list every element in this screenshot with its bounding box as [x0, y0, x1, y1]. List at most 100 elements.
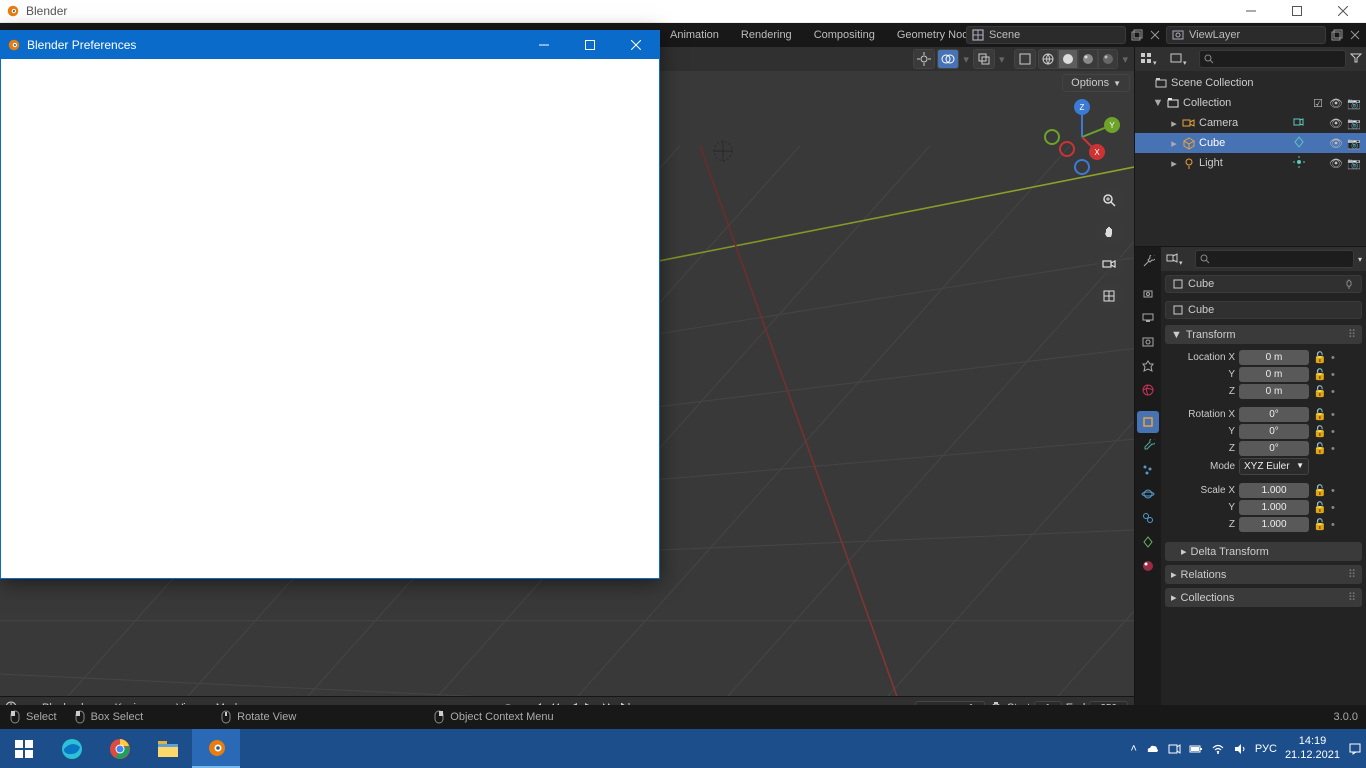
camera-icon[interactable]: 📷 — [1346, 117, 1362, 130]
tray-language[interactable]: РУС — [1255, 743, 1277, 755]
outliner-cube[interactable]: ▸ Cube 👁📷 — [1135, 133, 1366, 153]
camera-icon[interactable]: 📷 — [1346, 137, 1362, 150]
tab-geometry-nodes[interactable]: Geometry Nod — [887, 25, 979, 45]
tab-compositing[interactable]: Compositing — [804, 25, 885, 45]
show-gizmo-button[interactable] — [913, 49, 935, 69]
lock-icon[interactable]: 🔓 — [1313, 408, 1327, 421]
pan-tool[interactable] — [1096, 219, 1122, 245]
show-overlays-button[interactable] — [937, 49, 959, 69]
eye-icon[interactable]: 👁 — [1328, 137, 1344, 150]
properties-options-button[interactable]: ▾ — [1358, 253, 1362, 265]
lock-icon[interactable]: 🔓 — [1313, 385, 1327, 398]
tray-battery-icon[interactable] — [1189, 742, 1203, 756]
scale-z-field[interactable]: 1.000 — [1239, 517, 1309, 532]
outliner-filter-button[interactable] — [1350, 52, 1362, 67]
proptab-physics[interactable] — [1137, 483, 1159, 505]
outliner-scene-collection[interactable]: Scene Collection — [1135, 73, 1366, 93]
outliner-light[interactable]: ▸ Light 👁📷 — [1135, 153, 1366, 173]
eye-icon[interactable]: 👁 — [1328, 97, 1344, 110]
proptab-constraints[interactable] — [1137, 507, 1159, 529]
zoom-tool[interactable] — [1096, 187, 1122, 213]
eye-icon[interactable]: 👁 — [1328, 117, 1344, 130]
eye-icon[interactable]: 👁 — [1328, 157, 1344, 170]
proptab-scene[interactable] — [1137, 355, 1159, 377]
lock-icon[interactable]: 🔓 — [1313, 442, 1327, 455]
proptab-viewlayer[interactable] — [1137, 331, 1159, 353]
viewport-options-button[interactable]: Options▼ — [1062, 74, 1130, 92]
tray-clock[interactable]: 14:19 21.12.2021 — [1285, 735, 1340, 761]
location-z-field[interactable]: 0 m — [1239, 384, 1309, 399]
lock-icon[interactable]: 🔓 — [1313, 518, 1327, 531]
outliner-search[interactable] — [1199, 50, 1346, 68]
proptab-data[interactable] — [1137, 531, 1159, 553]
tray-volume-icon[interactable] — [1233, 742, 1247, 756]
lock-icon[interactable]: 🔓 — [1313, 484, 1327, 497]
preferences-titlebar[interactable]: Blender Preferences — [1, 31, 659, 59]
pin-icon[interactable] — [1343, 278, 1355, 290]
new-layer-icon[interactable] — [1330, 28, 1344, 42]
tray-chevron-icon[interactable]: ˄ — [1130, 743, 1136, 755]
taskbar-blender[interactable] — [192, 729, 240, 768]
scale-x-field[interactable]: 1.000 — [1239, 483, 1309, 498]
tray-meet-icon[interactable] — [1167, 742, 1181, 756]
tray-wifi-icon[interactable] — [1211, 742, 1225, 756]
toggle-quad-button[interactable] — [1014, 49, 1036, 69]
scale-y-field[interactable]: 1.000 — [1239, 500, 1309, 515]
outliner-camera[interactable]: ▸ Camera 👁📷 — [1135, 113, 1366, 133]
proptab-render[interactable] — [1137, 283, 1159, 305]
close-button[interactable] — [1320, 0, 1366, 22]
collections-panel-header[interactable]: ▸Collections⠿ — [1165, 588, 1362, 607]
rendered-shading-button[interactable] — [1098, 49, 1118, 69]
delta-transform-panel-header[interactable]: ▸Delta Transform — [1165, 542, 1362, 561]
pref-minimize-button[interactable] — [521, 31, 567, 59]
lock-icon[interactable]: 🔓 — [1313, 425, 1327, 438]
rotation-z-field[interactable]: 0° — [1239, 441, 1309, 456]
proptab-output[interactable] — [1137, 307, 1159, 329]
location-y-field[interactable]: 0 m — [1239, 367, 1309, 382]
pref-maximize-button[interactable] — [567, 31, 613, 59]
camera-icon[interactable]: 📷 — [1346, 157, 1362, 170]
camera-icon[interactable]: 📷 — [1346, 97, 1362, 110]
proptab-modifiers[interactable] — [1137, 435, 1159, 457]
new-scene-icon[interactable] — [1130, 28, 1144, 42]
breadcrumb[interactable]: Cube — [1165, 275, 1362, 293]
lock-icon[interactable]: 🔓 — [1313, 501, 1327, 514]
taskbar-explorer[interactable] — [144, 729, 192, 768]
maximize-button[interactable] — [1274, 0, 1320, 22]
tray-notifications-icon[interactable] — [1348, 742, 1362, 756]
start-button[interactable] — [0, 729, 48, 768]
minimize-button[interactable] — [1228, 0, 1274, 22]
rotation-y-field[interactable]: 0° — [1239, 424, 1309, 439]
proptab-object[interactable] — [1137, 411, 1159, 433]
location-x-field[interactable]: 0 m — [1239, 350, 1309, 365]
properties-search[interactable] — [1195, 250, 1354, 268]
xray-button[interactable] — [973, 49, 995, 69]
wireframe-shading-button[interactable] — [1038, 49, 1058, 69]
solid-shading-button[interactable] — [1058, 49, 1078, 69]
lock-icon[interactable]: 🔓 — [1313, 368, 1327, 381]
checkbox-icon[interactable]: ☑ — [1310, 97, 1326, 110]
delete-layer-icon[interactable] — [1348, 28, 1362, 42]
transform-panel-header[interactable]: ▼Transform⠿ — [1165, 325, 1362, 344]
object-name-field[interactable]: Cube — [1165, 301, 1362, 319]
rotation-mode-select[interactable]: XYZ Euler▼ — [1239, 458, 1309, 475]
outliner-mode-button[interactable]: ▾ — [1139, 51, 1165, 68]
outliner-display-button[interactable]: ▾ — [1169, 51, 1195, 68]
tab-animation[interactable]: Animation — [660, 25, 729, 45]
proptab-particles[interactable] — [1137, 459, 1159, 481]
camera-view-tool[interactable] — [1096, 251, 1122, 277]
properties-mode-button[interactable]: ▾ — [1165, 251, 1191, 268]
outliner-collection[interactable]: ▼ Collection ☑👁📷 — [1135, 93, 1366, 113]
nav-gizmo[interactable]: Z Y X — [1042, 97, 1122, 177]
tray-onedrive-icon[interactable] — [1145, 742, 1159, 756]
pref-close-button[interactable] — [613, 31, 659, 59]
proptab-material[interactable] — [1137, 555, 1159, 577]
material-shading-button[interactable] — [1078, 49, 1098, 69]
lock-icon[interactable]: 🔓 — [1313, 351, 1327, 364]
relations-panel-header[interactable]: ▸Relations⠿ — [1165, 565, 1362, 584]
scene-selector[interactable]: Scene — [966, 26, 1126, 44]
taskbar-chrome[interactable] — [96, 729, 144, 768]
perspective-tool[interactable] — [1096, 283, 1122, 309]
taskbar-edge[interactable] — [48, 729, 96, 768]
delete-scene-icon[interactable] — [1148, 28, 1162, 42]
